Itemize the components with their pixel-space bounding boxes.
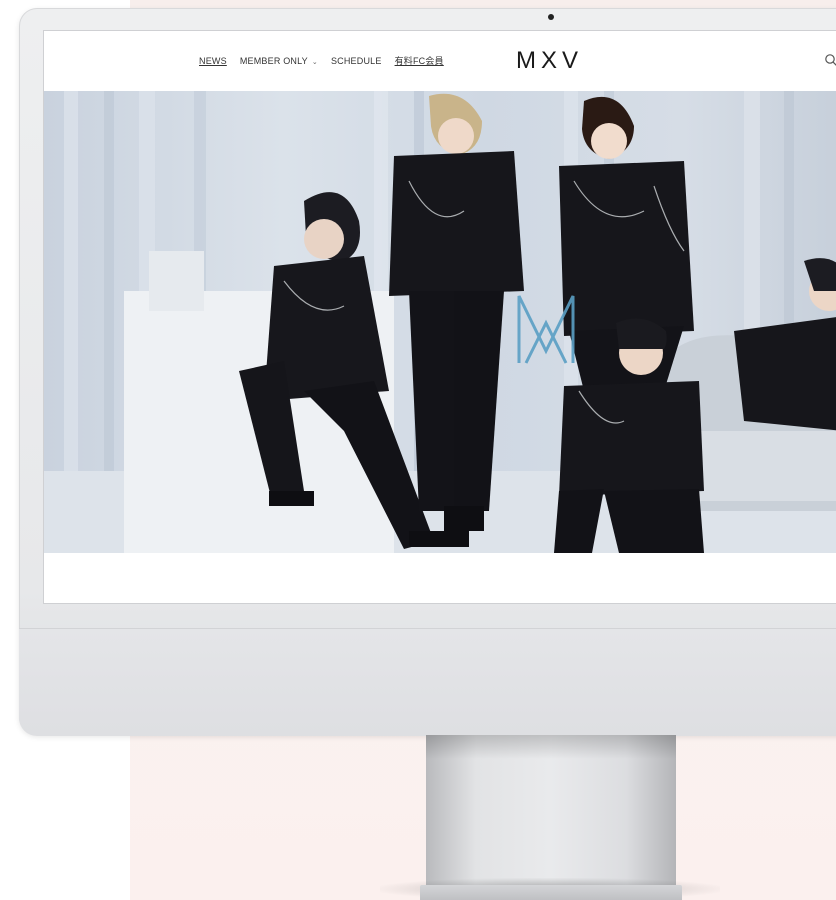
chevron-down-icon: ⌄: [311, 58, 318, 66]
nav-member-only-label: MEMBER ONLY: [239, 55, 308, 66]
main-nav: NEWS MEMBER ONLY ⌄ SCHEDULE 有料FC会員: [199, 54, 444, 67]
site-logo[interactable]: MXV: [516, 47, 583, 75]
nav-schedule[interactable]: SCHEDULE: [331, 56, 382, 66]
hero-image: [44, 91, 836, 553]
monitor-screen: NEWS MEMBER ONLY ⌄ SCHEDULE 有料FC会員 MXV: [43, 30, 836, 604]
hero-photo-illustration: [44, 91, 836, 553]
nav-member-only[interactable]: MEMBER ONLY ⌄: [240, 56, 318, 66]
scene: NEWS MEMBER ONLY ⌄ SCHEDULE 有料FC会員 MXV: [0, 0, 836, 900]
nav-paid-fc[interactable]: 有料FC会員: [395, 54, 444, 67]
stand-top-shadow: [426, 735, 676, 759]
nav-news[interactable]: NEWS: [199, 56, 227, 66]
below-hero-area: [44, 553, 836, 603]
camera-dot: [548, 14, 554, 20]
stand-base: [420, 885, 682, 900]
figure-2: [389, 93, 524, 531]
site-header: NEWS MEMBER ONLY ⌄ SCHEDULE 有料FC会員 MXV: [44, 31, 836, 91]
monitor-chin: [19, 628, 836, 736]
search-icon[interactable]: [824, 53, 836, 67]
